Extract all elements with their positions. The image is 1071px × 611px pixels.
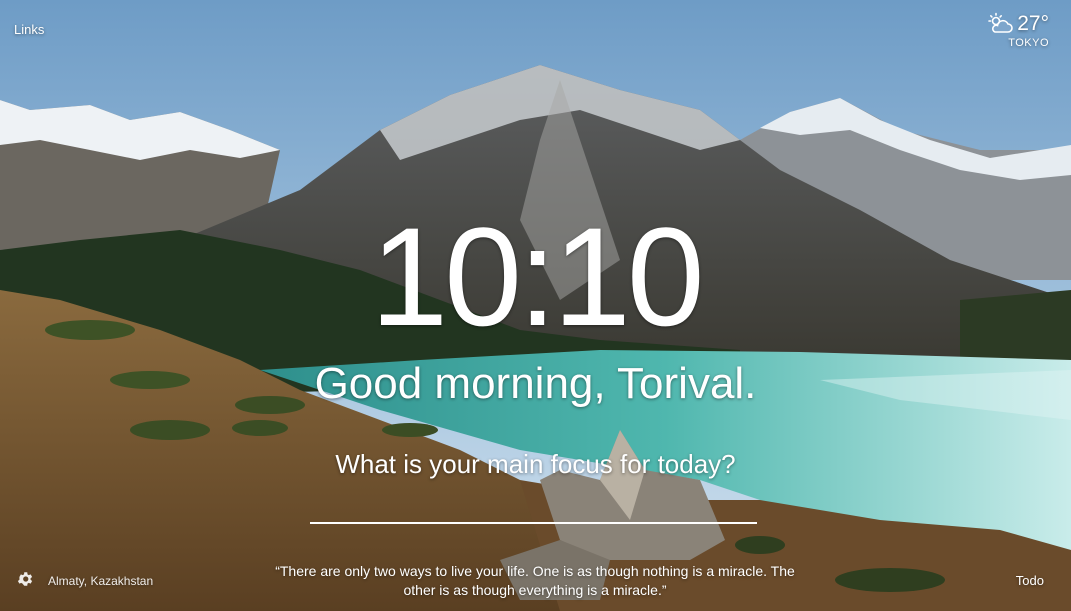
gear-icon[interactable] <box>16 570 34 588</box>
links-button[interactable]: Links <box>14 22 44 37</box>
greeting: Good morning, Torival. <box>314 359 757 408</box>
photo-location[interactable]: Almaty, Kazakhstan <box>48 574 153 588</box>
partly-cloudy-day-icon <box>988 12 1014 33</box>
weather-location: TOKYO <box>1008 37 1049 49</box>
focus-input[interactable] <box>310 482 757 524</box>
quote[interactable]: “There are only two ways to live your li… <box>270 562 800 600</box>
weather-row: 27° <box>987 12 1049 36</box>
weather-widget[interactable]: 27° TOKYO <box>987 12 1049 49</box>
new-tab-page: Links 27° TOKYO 10:10 Good morning, Tori… <box>0 0 1071 611</box>
weather-temperature: 27° <box>1017 12 1049 35</box>
todo-button[interactable]: Todo <box>1016 573 1044 588</box>
focus-prompt: What is your main focus for today? <box>335 449 736 479</box>
clock: 10:10 <box>370 198 704 355</box>
